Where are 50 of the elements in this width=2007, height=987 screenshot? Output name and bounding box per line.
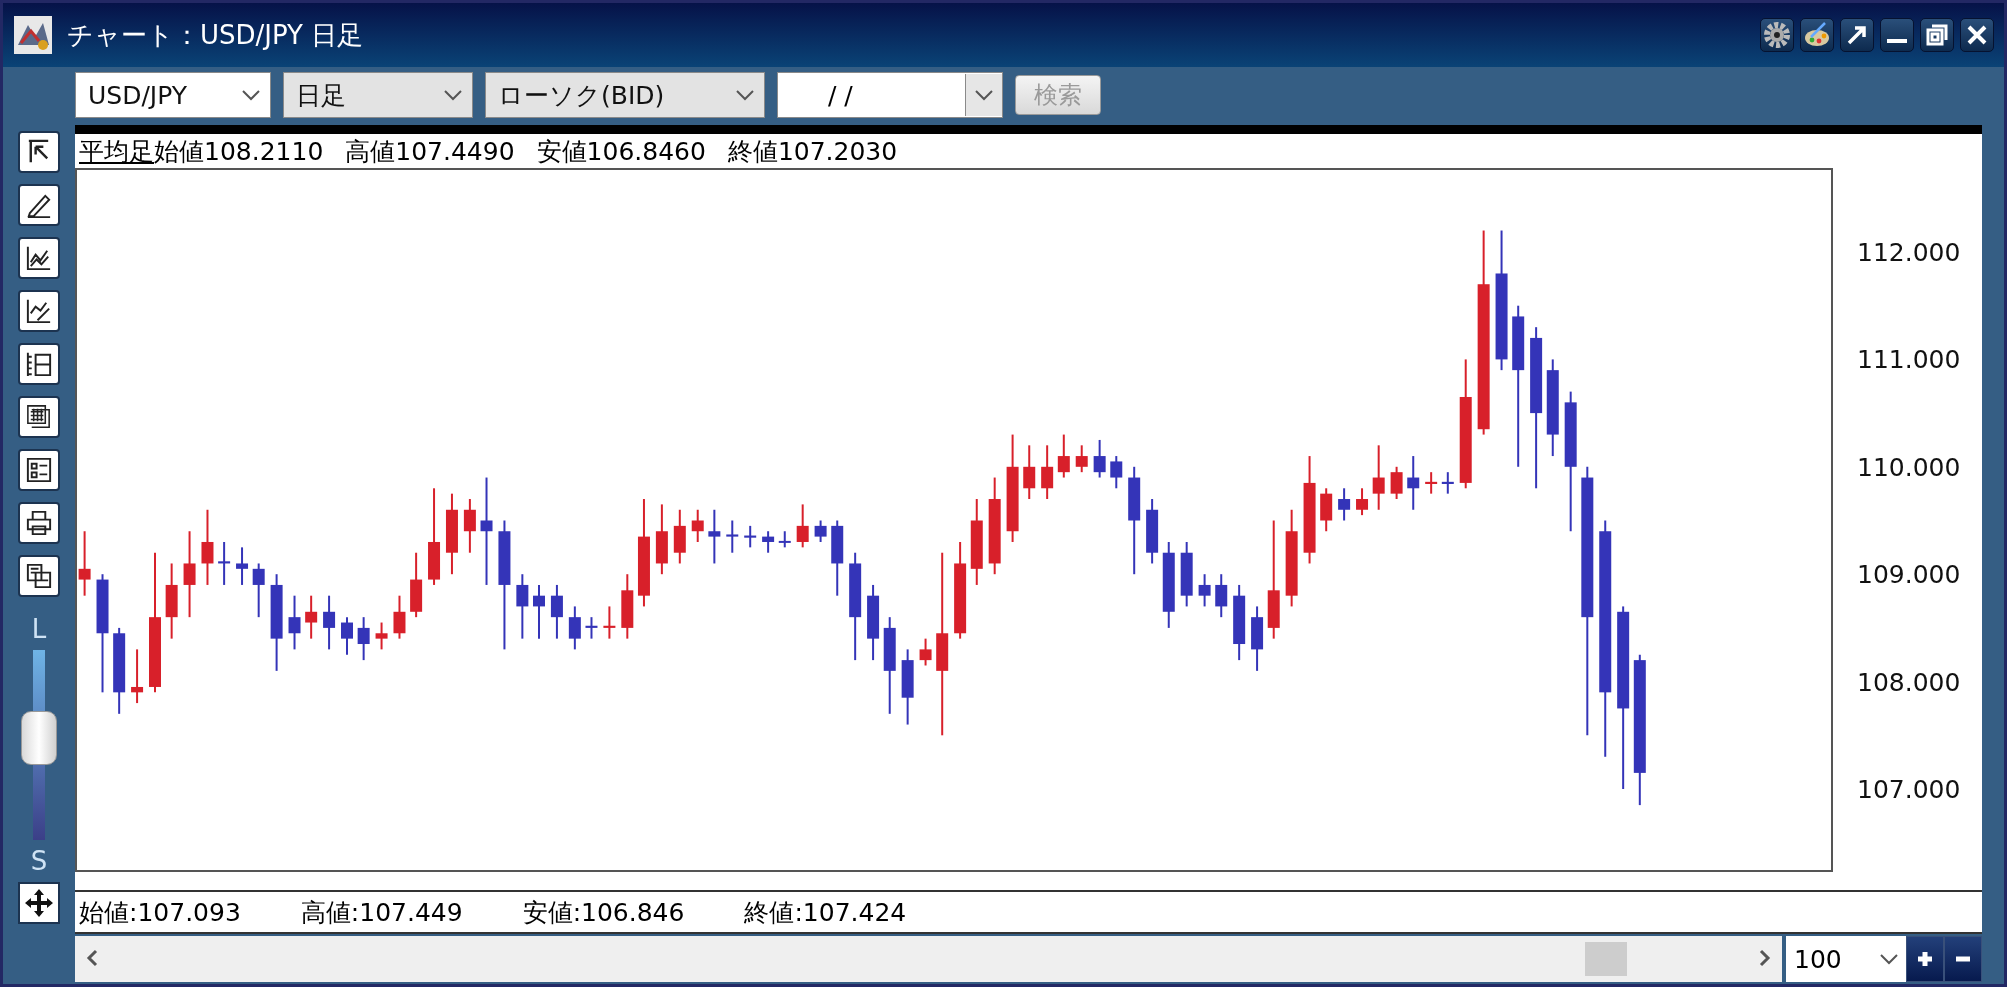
- arrow-cursor-icon[interactable]: [18, 131, 60, 173]
- slider-bottom-label: S: [30, 846, 48, 876]
- chevron-down-icon: [736, 89, 754, 101]
- window-title: チャート：USD/JPY 日足: [67, 18, 365, 52]
- header-value: 終値107.2030: [727, 135, 898, 168]
- chart-type-select[interactable]: ローソク(BID): [485, 72, 765, 118]
- price-axis-label: 111.000: [1857, 345, 1961, 375]
- slider-thumb[interactable]: [21, 711, 57, 766]
- price-axis-label: 109.000: [1857, 560, 1961, 590]
- period-select[interactable]: 日足: [283, 72, 473, 118]
- pencil-icon[interactable]: [18, 184, 60, 226]
- arrow-up-right-icon[interactable]: [1840, 18, 1874, 52]
- date-field[interactable]: / /: [777, 72, 1003, 118]
- ohlc-value: 終値:107.424: [744, 896, 907, 929]
- price-axis-label: 108.000: [1857, 667, 1961, 697]
- app-logo-icon: [13, 15, 53, 55]
- ohlc-value: 始値:107.093: [79, 896, 241, 929]
- line-chart-icon[interactable]: [18, 237, 60, 279]
- slider-top-label: L: [31, 614, 47, 644]
- move-arrows-icon[interactable]: [18, 882, 60, 924]
- price-axis-label: 110.000: [1857, 452, 1961, 482]
- header-value: 高値107.4490: [345, 135, 515, 168]
- ohlc-value: 安値:106.846: [522, 896, 685, 929]
- list-form-icon[interactable]: [18, 449, 60, 491]
- price-axis-label: 107.000: [1857, 775, 1961, 804]
- zoom-select[interactable]: 100: [1786, 936, 1906, 982]
- chevron-down-icon: [1880, 953, 1898, 965]
- horizontal-scrollbar[interactable]: [75, 936, 1782, 982]
- header-value: 安値106.8460: [536, 135, 706, 168]
- header-value: 始値108.2110: [154, 135, 324, 168]
- palette-icon[interactable]: [1800, 18, 1834, 52]
- settings-icon[interactable]: [1760, 18, 1794, 52]
- price-axis-label: 112.000: [1857, 238, 1961, 267]
- chevron-down-icon: [444, 89, 462, 101]
- minimize-icon[interactable]: [1880, 18, 1914, 52]
- close-icon[interactable]: [1960, 18, 1994, 52]
- minus-icon[interactable]: [1944, 936, 1982, 982]
- chart-edit-icon[interactable]: [18, 290, 60, 332]
- restore-icon[interactable]: [1920, 18, 1954, 52]
- symbol-select[interactable]: USD/JPY: [75, 72, 271, 118]
- grid-sheet-icon[interactable]: [18, 396, 60, 438]
- window-copy-icon[interactable]: [18, 555, 60, 597]
- mode-link[interactable]: 平均足: [79, 134, 154, 168]
- chevron-down-icon: [242, 89, 260, 101]
- chevron-down-icon: [975, 89, 993, 101]
- plus-icon[interactable]: [1906, 936, 1944, 982]
- number-ruler-icon[interactable]: [18, 343, 60, 385]
- ohlc-value: 高値:107.449: [300, 896, 463, 929]
- scroll-thumb[interactable]: [1585, 942, 1627, 976]
- printer-icon[interactable]: [18, 502, 60, 544]
